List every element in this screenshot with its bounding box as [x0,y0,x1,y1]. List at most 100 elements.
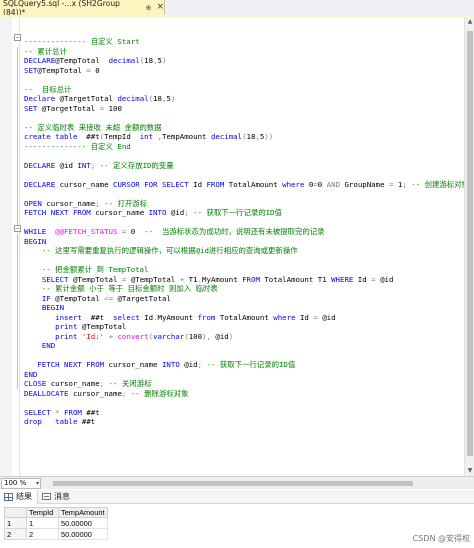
code-token: @TempTotal [77,322,127,331]
code-line[interactable]: IF @TempTotal <= @TargetTotal [24,294,474,304]
code-line[interactable] [24,189,474,199]
code-token: -- 定义存放ID的变量 [95,160,174,170]
document-tab-strip: SQLQuery5.sql -...x (SH2Group (84))* ⊕ × [0,0,474,17]
code-token: cursor_name [41,198,96,208]
code-line[interactable]: print 'Id:' + convert(varchar(100), @id) [24,332,474,342]
code-line[interactable]: BEGIN [24,303,474,313]
results-pane: TempId TempAmount 1 1 50.00000 2 2 50.00… [0,505,474,548]
row-number-header[interactable] [4,507,27,518]
code-line[interactable]: SELECT @TempTotal = @TempTotal + T1.MyAm… [24,275,474,285]
code-token: decimal [108,56,140,65]
table-row[interactable]: 1 1 50.00000 [4,517,108,529]
code-line[interactable]: OPEN cursor_name; -- 打开游标 [24,199,474,209]
column-header-tempid[interactable]: TempId [26,507,59,518]
code-token: cursor_name [68,388,122,398]
query-editor[interactable]: − − -------------- 自定义 Start -- 累计总计 DECLA… [0,17,474,476]
close-icon[interactable]: × [156,3,164,12]
code-token: -------------- 自定义 Start [24,37,140,46]
code-line[interactable]: Declare @TargetTotal decimal(18,5) [24,94,474,104]
code-token: DECLARE [24,56,56,65]
code-line[interactable] [24,256,474,266]
code-line[interactable]: create table ##t(TempId int ,TempAmount … [24,132,474,142]
row-number[interactable]: 1 [4,517,27,529]
code-line[interactable]: DECLARE @id INT; -- 定义存放ID的变量 [24,161,474,171]
grid-cell[interactable]: 50.00000 [58,528,108,540]
code-line[interactable] [24,113,474,123]
horizontal-scroll-thumb[interactable] [53,481,413,486]
query-tab[interactable]: SQLQuery5.sql -...x (SH2Group (84))* ⊕ × [0,0,165,17]
code-line[interactable] [24,75,474,85]
scroll-down-icon[interactable]: ▼ [465,466,474,476]
tab-messages[interactable]: 消息 [38,490,75,504]
code-token: -- 定义临时表 来接收 未超 金额的数据 [24,122,162,132]
code-line[interactable]: BEGIN [24,237,474,247]
code-line[interactable]: SELECT * FROM ##t [24,408,474,418]
code-line[interactable]: -- 累计总计 [24,47,474,57]
code-line[interactable] [24,351,474,361]
code-token: DECLARE [24,160,56,170]
code-token: BEGIN [24,236,47,246]
code-token: FETCH NEXT FROM [37,360,105,369]
fold-toggle-icon[interactable]: − [14,34,21,41]
code-token: TotalAmount [224,179,283,189]
horizontal-scrollbar[interactable] [45,479,464,487]
code-line[interactable]: SET@TempTotal = 0 [24,66,474,76]
code-line[interactable]: -- 这里写需要重复执行的逻辑操作，可以根据@id进行相应的查询或更新操作 [24,246,474,256]
code-token: @id [317,312,336,322]
vertical-scrollbar[interactable]: ▲ ▼ [464,17,474,476]
code-line[interactable]: FETCH NEXT FROM cursor_name INTO @id; --… [24,208,474,218]
code-line[interactable]: DECLARE cursor_name CURSOR FOR SELECT Id… [24,180,474,190]
code-line[interactable]: DEALLOCATE cursor_name; -- 删除游标对象 [24,389,474,399]
row-number[interactable]: 2 [4,528,27,540]
code-line[interactable] [24,170,474,180]
table-row[interactable]: 2 2 50.00000 [4,528,108,540]
pin-icon[interactable]: ⊕ [146,4,152,12]
code-line[interactable]: -- 目标总计 [24,85,474,95]
code-token: 100 [188,331,203,341]
code-token: CLOSE [24,379,47,388]
code-line[interactable]: print @TempTotal [24,322,474,332]
results-grid[interactable]: TempId TempAmount 1 1 50.00000 2 2 50.00… [4,507,108,540]
code-line[interactable]: -- 定义临时表 来接收 未超 金额的数据 [24,123,474,133]
code-line[interactable]: -------------- 自定义 Start [24,37,474,47]
code-token: GroupName [340,179,389,189]
tab-results[interactable]: 结果 [0,489,38,504]
code-line[interactable]: END [24,341,474,351]
code-line[interactable]: DECLARE@TempTotal decimal(18,5) [24,56,474,66]
scroll-up-icon[interactable]: ▲ [465,17,474,27]
code-line[interactable] [24,151,474,161]
code-token: ) [228,331,234,341]
code-line[interactable]: -------------- 自定义 End [24,142,474,152]
code-line[interactable]: WHILE @@FETCH_STATUS = 0 -- 当游标状态为成功时，说明… [24,227,474,237]
grid-cell[interactable]: 2 [26,528,59,540]
code-token: AND [326,179,341,189]
code-token: , [153,132,162,141]
code-token: @TempTotal [55,56,109,65]
code-token: FROM [242,274,260,284]
zoom-select[interactable]: 100 % ▾ [1,477,41,489]
code-line[interactable]: END [24,370,474,380]
code-line[interactable]: -- 把金额累计 到 TempTotal [24,265,474,275]
code-line[interactable]: SET @TargetTotal = 100 [24,104,474,114]
code-line[interactable] [24,398,474,408]
code-token: DECLARE [24,179,56,189]
code-token: DEALLOCATE [24,388,69,398]
code-line[interactable]: -- 累计金额 小于 等于 目标金额时 则加入 临时表 [24,284,474,294]
column-header-tempamount[interactable]: TempAmount [58,507,108,518]
code-token: TempAmount [161,132,211,141]
grid-cell[interactable]: 1 [26,517,59,529]
editor-gutter [0,17,12,476]
chevron-down-icon[interactable]: ▾ [36,479,39,488]
vertical-scroll-thumb[interactable] [467,31,473,456]
code-line[interactable]: drop table ##t [24,417,474,427]
code-line[interactable]: FETCH NEXT FROM cursor_name INTO @id; --… [24,360,474,370]
grid-cell[interactable]: 50.00000 [58,517,108,529]
code-token: )) [264,132,274,141]
sql-code[interactable]: -------------- 自定义 Start -- 累计总计 DECLARE@T… [24,37,474,427]
code-token: SELECT [24,407,51,417]
code-token: where [282,179,305,189]
code-line[interactable]: CLOSE cursor_name; -- 关闭游标 [24,379,474,389]
code-line[interactable]: insert ##t select Id.MyAmount from Total… [24,313,474,323]
fold-toggle-icon[interactable]: − [14,225,21,232]
code-line[interactable] [24,218,474,228]
